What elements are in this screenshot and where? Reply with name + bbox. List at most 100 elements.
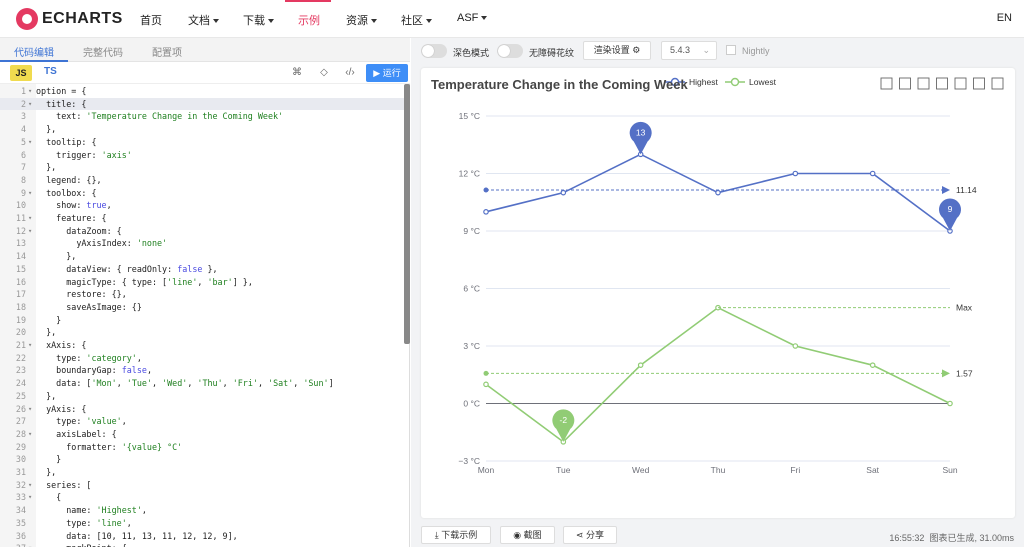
share-button[interactable]: ⋖ 分享 (563, 526, 617, 544)
code-line[interactable]: 20 }, (0, 326, 404, 339)
code-line[interactable]: 22 type: 'category', (0, 352, 404, 365)
format-icon[interactable]: ⌘ (290, 66, 304, 80)
code-line[interactable]: 21 ▾ xAxis: { (0, 339, 404, 352)
code-text: option = { (36, 86, 87, 96)
code-line[interactable]: 6 trigger: 'axis' (0, 149, 404, 162)
render-time: 16:55:32 (889, 533, 925, 543)
code-line[interactable]: 37▾ markPoint: { (0, 542, 404, 547)
nav-examples[interactable]: 示例 (298, 12, 320, 28)
code-line[interactable]: 5 ▾ tooltip: { (0, 136, 404, 149)
code-line[interactable]: 17 restore: {}, (0, 288, 404, 301)
version-select[interactable]: 5.4.3 ⌄ (661, 41, 717, 60)
code-line[interactable]: 32 ▾ series: [ (0, 479, 404, 492)
code-line[interactable]: 9 ▾ toolbox: { (0, 187, 404, 200)
code-line[interactable]: 31 }, (0, 466, 404, 479)
fold-arrow-icon[interactable]: ▾ (28, 491, 32, 504)
fold-arrow-icon[interactable]: ▾ (28, 479, 32, 492)
js-toggle[interactable]: JS (10, 65, 32, 81)
restore-icon[interactable] (973, 77, 985, 90)
editor-scrollbar[interactable] (404, 84, 410, 344)
lowest-average-markline-label: 1.57 (956, 368, 973, 378)
fold-arrow-icon[interactable]: ▾ (28, 136, 32, 149)
code-text: data: ['Mon', 'Tue', 'Wed', 'Thu', 'Fri'… (36, 378, 334, 389)
run-button[interactable]: ▶ 运行 (366, 64, 408, 82)
save-image-icon[interactable] (991, 77, 1004, 90)
fold-arrow-icon[interactable]: ▾ (28, 225, 32, 238)
nav-download[interactable]: 下载 (243, 12, 274, 28)
version-value: 5.4.3 (670, 45, 691, 55)
fold-arrow-icon[interactable]: ▾ (28, 98, 32, 111)
code-line[interactable]: 2 ▾ title: { (0, 97, 404, 111)
code-line[interactable]: 27 type: 'value', (0, 415, 404, 428)
code-line[interactable]: 34 name: 'Highest', (0, 504, 404, 517)
x-tick-label: Tue (556, 465, 571, 475)
code-line[interactable]: 29 formatter: '{value} °C' (0, 441, 404, 454)
code-line[interactable]: 28 ▾ axisLabel: { (0, 428, 404, 441)
tab-full-code[interactable]: 完整代码 (83, 44, 123, 59)
screenshot-button[interactable]: ◉ 截图 (500, 526, 555, 544)
nightly-label: Nightly (742, 46, 770, 56)
x-tick-label: Fri (790, 465, 800, 475)
code-line[interactable]: 23 boundaryGap: false, (0, 364, 404, 377)
nav-community[interactable]: 社区 (401, 12, 432, 28)
code-line[interactable]: 14 }, (0, 250, 404, 263)
download-example-button[interactable]: ⤓ 下载示例 (421, 526, 491, 544)
code-line[interactable]: 16 magicType: { type: ['line', 'bar'] }, (0, 276, 404, 289)
code-line[interactable]: 12 ▾ dataZoom: { (0, 225, 404, 238)
code-line[interactable]: 10 show: true, (0, 199, 404, 212)
code-line[interactable]: 4 }, (0, 123, 404, 136)
code-line[interactable]: 18 saveAsImage: {} (0, 301, 404, 314)
code-icon[interactable]: ‹/› (343, 66, 357, 80)
line-chart[interactable]: 15 °C12 °C9 °C6 °C3 °C0 °C−3 °CMon Tue Wed… (421, 68, 1015, 518)
fold-arrow-icon[interactable]: ▾ (28, 339, 32, 352)
code-line[interactable]: 24 data: ['Mon', 'Tue', 'Wed', 'Thu', 'F… (0, 377, 404, 390)
code-line[interactable]: 19 } (0, 314, 404, 327)
zoom-reset-icon[interactable] (899, 77, 911, 90)
line-number: 34 (15, 505, 26, 516)
zoom-icon[interactable] (880, 77, 893, 90)
code-line[interactable]: 11 ▾ feature: { (0, 212, 404, 225)
fold-arrow-icon[interactable]: ▾ (28, 85, 32, 98)
tab-code-edit[interactable]: 代码编辑 (14, 44, 54, 59)
highest-point (792, 170, 799, 177)
fold-arrow-icon[interactable]: ▾ (28, 403, 32, 416)
fold-arrow-icon[interactable]: ▾ (28, 428, 32, 441)
render-settings-button[interactable]: 渲染设置 ⚙ (583, 41, 651, 60)
code-line[interactable]: 26 ▾ yAxis: { (0, 403, 404, 416)
nav-resources[interactable]: 资源 (346, 12, 377, 28)
fold-arrow-icon[interactable]: ▾ (28, 212, 32, 225)
lowest-point (483, 381, 489, 388)
data-view-icon[interactable] (917, 77, 930, 90)
code-line[interactable]: 35 type: 'line', (0, 517, 404, 530)
line-number: 37 (0, 542, 26, 547)
code-line[interactable]: 15 dataView: { readOnly: false }, (0, 263, 404, 276)
nightly-checkbox[interactable] (726, 45, 736, 55)
fold-arrow-icon[interactable]: ▾ (28, 542, 32, 547)
code-line[interactable]: 8 legend: {}, (0, 174, 404, 187)
dark-mode-toggle[interactable] (421, 44, 447, 58)
code-line[interactable]: 3 text: 'Temperature Change in the Comin… (0, 110, 404, 123)
bar-type-icon[interactable] (954, 77, 967, 90)
echarts-logo[interactable]: ECHARTS (16, 8, 123, 30)
nav-home[interactable]: 首页 (140, 12, 162, 28)
code-line[interactable]: 30 } (0, 453, 404, 466)
code-line[interactable]: 7 }, (0, 161, 404, 174)
code-line[interactable]: 25 }, (0, 390, 404, 403)
screenshot-label: 截图 (523, 530, 542, 540)
nav-asf[interactable]: ASF (457, 12, 487, 24)
code-editor[interactable]: 1 ▾ option = {2 ▾ title: {3 text: 'Temperat… (0, 84, 410, 547)
line-type-icon[interactable] (936, 77, 948, 90)
nav-docs[interactable]: 文档 (188, 12, 219, 28)
line-number: 10 (15, 200, 26, 211)
code-line[interactable]: 33 ▾ { (0, 491, 404, 504)
accessible-toggle[interactable] (497, 44, 523, 58)
ts-toggle[interactable]: TS (44, 66, 57, 77)
code-line[interactable]: 1 ▾ option = { (0, 85, 404, 98)
code-line[interactable]: 13 yAxisIndex: 'none' (0, 237, 404, 250)
code-line[interactable]: 36 data: [10, 11, 13, 11, 12, 12, 9], (0, 530, 404, 543)
language-switch[interactable]: EN (997, 12, 1012, 24)
fold-arrow-icon[interactable]: ▾ (28, 187, 32, 200)
line-number: 16 (15, 276, 26, 287)
tab-options[interactable]: 配置项 (152, 44, 182, 59)
cube-icon[interactable]: ◇ (317, 66, 331, 80)
